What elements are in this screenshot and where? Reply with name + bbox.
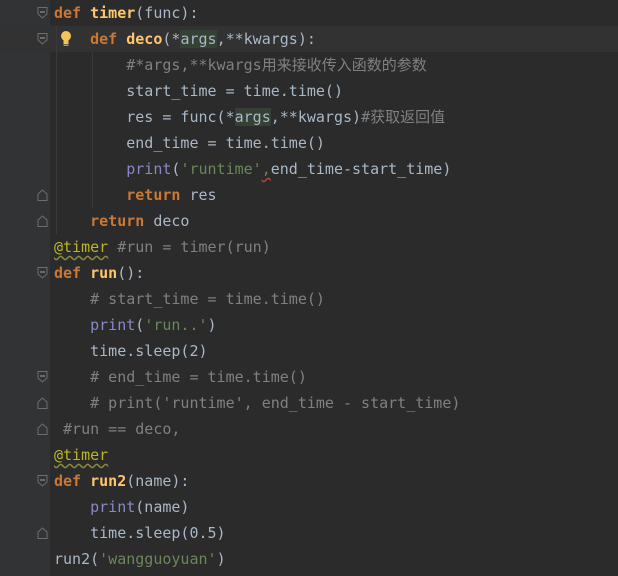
code-token: res = func(*: [54, 108, 235, 126]
code-token: ():: [117, 264, 145, 282]
code-line[interactable]: # end_time = time.time(): [54, 364, 307, 390]
code-line[interactable]: def run2(name):: [54, 468, 189, 494]
code-line[interactable]: def run():: [54, 260, 144, 286]
function-name-token: deco: [126, 30, 163, 48]
fold-marker-icon[interactable]: [37, 397, 48, 409]
code-line[interactable]: start_time = time.time(): [54, 78, 343, 104]
function-name-token: run2: [90, 472, 127, 490]
code-token: time.sleep(2): [54, 342, 208, 360]
code-line[interactable]: # start_time = time.time(): [54, 286, 325, 312]
code-line[interactable]: # print('runtime', end_time - start_time…: [54, 390, 460, 416]
comment-token: #run = timer(run): [108, 238, 271, 256]
code-line[interactable]: def timer(func):: [54, 0, 199, 26]
fold-marker-icon[interactable]: [37, 33, 48, 45]
code-token: ): [216, 550, 226, 568]
builtin-token: print: [126, 160, 172, 178]
code-line[interactable]: return res: [54, 182, 217, 208]
code-token: ,**kwargs):: [216, 30, 316, 48]
keyword-token: return: [126, 186, 181, 204]
comment-token: #*args,**kwargs用来接收传入函数的参数: [126, 56, 427, 74]
fold-marker-icon[interactable]: [37, 371, 48, 383]
comment-token: # start_time = time.time(): [90, 290, 325, 308]
code-line[interactable]: time.sleep(2): [54, 338, 208, 364]
code-token: res: [180, 186, 217, 204]
code-line[interactable]: print('run..'): [54, 312, 217, 338]
code-token: (func):: [135, 4, 199, 22]
code-line[interactable]: @timer #run = timer(run): [54, 234, 271, 260]
code-token: (name): [135, 498, 190, 516]
code-line[interactable]: time.sleep(0.5): [54, 520, 226, 546]
fold-marker-icon[interactable]: [37, 475, 48, 487]
keyword-token: def: [54, 4, 82, 22]
fold-marker-icon[interactable]: [37, 423, 48, 435]
highlighted-identifier-token: args: [180, 30, 217, 48]
fold-marker-icon[interactable]: [37, 527, 48, 539]
code-token: start_time = time.time(): [54, 82, 343, 100]
code-line[interactable]: def deco(*args,**kwargs):: [54, 26, 316, 52]
fold-marker-icon[interactable]: [37, 267, 48, 279]
builtin-token: print: [90, 316, 136, 334]
keyword-token: def: [54, 472, 82, 490]
comment-token: # end_time = time.time(): [90, 368, 307, 386]
keyword-token: def: [90, 30, 118, 48]
decorator-token: @timer: [54, 238, 109, 256]
code-token: (*: [162, 30, 181, 48]
code-token: (: [135, 316, 145, 334]
fold-marker-icon[interactable]: [37, 189, 48, 201]
code-line[interactable]: res = func(*args,**kwargs)#获取返回值: [54, 104, 445, 130]
code-token: ,**kwargs): [270, 108, 362, 126]
code-line[interactable]: print(name): [54, 494, 189, 520]
code-token: deco: [144, 212, 190, 230]
keyword-token: def: [54, 264, 82, 282]
highlighted-identifier-token: args: [234, 108, 271, 126]
comment-token: #run == deco,: [54, 420, 181, 438]
code-token: (name):: [126, 472, 190, 490]
fold-marker-icon[interactable]: [37, 215, 48, 227]
code-token: end_time-start_time): [270, 160, 452, 178]
fold-marker-icon[interactable]: [37, 7, 48, 19]
code-line[interactable]: end_time = time.time(): [54, 130, 325, 156]
comment-token: #获取返回值: [361, 108, 446, 126]
string-token: 'runtime': [180, 160, 262, 178]
function-name-token: run: [90, 264, 118, 282]
editor-gutter[interactable]: [0, 0, 50, 576]
code-line[interactable]: @timer: [54, 442, 108, 468]
code-line[interactable]: #*args,**kwargs用来接收传入函数的参数: [54, 52, 427, 78]
error-token: ,: [261, 160, 271, 178]
code-line[interactable]: #run == deco,: [54, 416, 180, 442]
builtin-token: print: [90, 498, 136, 516]
code-line[interactable]: print('runtime',end_time-start_time): [54, 156, 451, 182]
keyword-token: return: [90, 212, 145, 230]
string-token: 'wangguoyuan': [99, 550, 217, 568]
code-token: end_time = time.time(): [54, 134, 325, 152]
code-line[interactable]: return deco: [54, 208, 189, 234]
code-token: time.sleep(0.5): [54, 524, 226, 542]
string-token: 'run..': [144, 316, 208, 334]
code-token: ): [207, 316, 217, 334]
code-token: run2(: [54, 550, 100, 568]
code-line[interactable]: run2('wangguoyuan'): [54, 546, 226, 572]
decorator-token: @timer: [54, 446, 109, 464]
comment-token: # print('runtime', end_time - start_time…: [90, 394, 461, 412]
function-name-token: timer: [90, 4, 136, 22]
code-editor[interactable]: def timer(func): def deco(*args,**kwargs…: [0, 0, 618, 576]
